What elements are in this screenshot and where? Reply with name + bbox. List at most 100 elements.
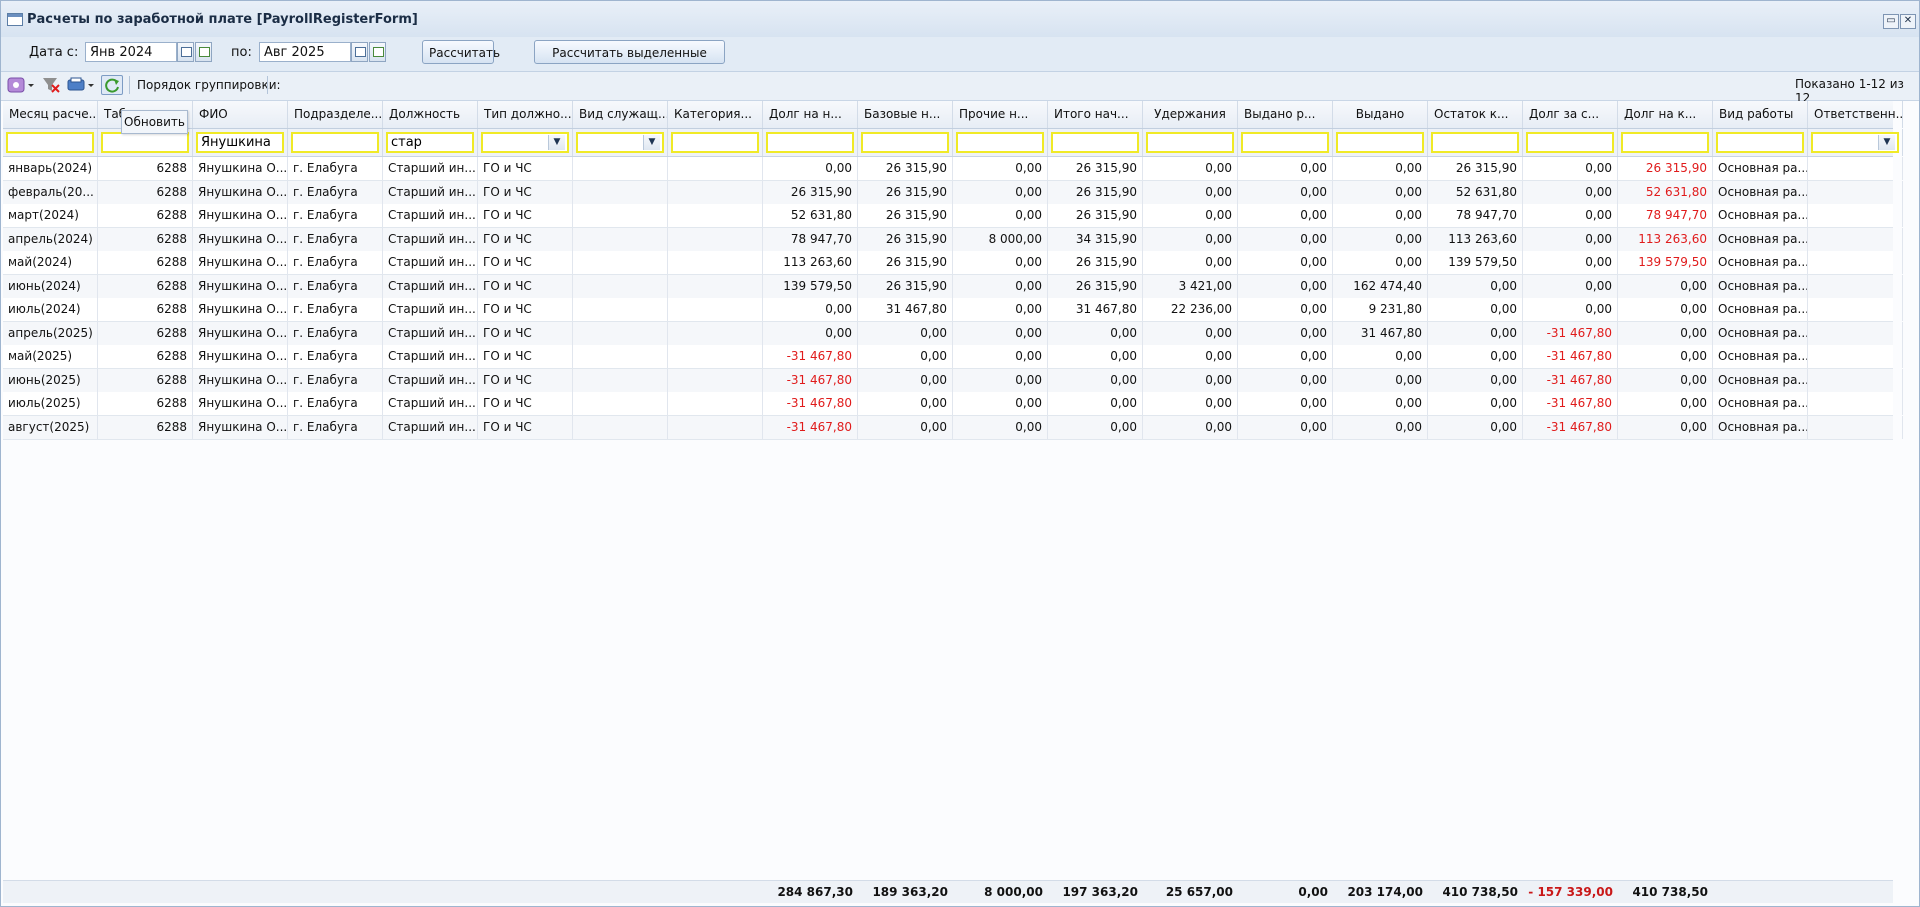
- column-header-department[interactable]: Подразделе...: [288, 101, 383, 128]
- minimize-button[interactable]: ▭: [1883, 14, 1899, 29]
- cell-total-accrual: 26 315,90: [1048, 274, 1143, 298]
- filter-input-full-name[interactable]: Янушкина: [196, 132, 284, 153]
- table-row[interactable]: июль(2025) 6288 Янушкина О... г. Елабуга Ста…: [3, 392, 1903, 416]
- column-header-base-accrual[interactable]: Базовые н...: [858, 101, 953, 128]
- cell-balance: 113 263,60: [1428, 227, 1523, 251]
- filter-input-employee-type[interactable]: ▼: [576, 132, 664, 153]
- date-to-field[interactable]: Авг 2025: [259, 42, 351, 62]
- cell-total-accrual: 31 467,80: [1048, 298, 1143, 321]
- cell-position-type: ГО и ЧС: [478, 345, 573, 368]
- column-header-debt-start[interactable]: Долг на н...: [763, 101, 858, 128]
- cell-responsible: [1808, 227, 1903, 251]
- filter-input-responsible[interactable]: ▼: [1811, 132, 1899, 153]
- filter-input-month[interactable]: [6, 132, 94, 153]
- chevron-down-icon[interactable]: ▼: [1878, 135, 1895, 150]
- filter-input-debt-start[interactable]: [766, 132, 854, 153]
- filter-input-position[interactable]: стар: [386, 132, 474, 153]
- chevron-down-icon[interactable]: ▼: [643, 135, 660, 150]
- table-row[interactable]: май(2024) 6288 Янушкина О... г. Елабуга Стар…: [3, 251, 1903, 275]
- chevron-down-icon[interactable]: ▼: [548, 135, 565, 150]
- total-total-accrual: 197 363,20: [1062, 885, 1138, 899]
- calendar-icon[interactable]: [177, 42, 194, 62]
- cell-month: июль(2025): [3, 392, 98, 415]
- filter-input-debt-period[interactable]: [1526, 132, 1614, 153]
- filter-input-total-accrual[interactable]: [1051, 132, 1139, 153]
- table-row[interactable]: июль(2024) 6288 Янушкина О... г. Елабуга Ста…: [3, 298, 1903, 322]
- cell-deductions: 0,00: [1143, 204, 1238, 227]
- cell-department: г. Елабуга: [288, 298, 383, 321]
- close-button[interactable]: ✕: [1900, 14, 1916, 29]
- settings-menu-button[interactable]: [7, 75, 35, 95]
- calendar-reset-icon[interactable]: [195, 42, 212, 62]
- calendar-icon[interactable]: [351, 42, 368, 62]
- filter-cell: [668, 129, 763, 156]
- table-row[interactable]: март(2024) 6288 Янушкина О... г. Елабуга Ста…: [3, 204, 1903, 228]
- cell-department: г. Елабуга: [288, 368, 383, 392]
- column-header-month[interactable]: Месяц расче...: [3, 101, 98, 128]
- date-from-field[interactable]: Янв 2024: [85, 42, 177, 62]
- table-row[interactable]: апрель(2025) 6288 Янушкина О... г. Елабуга С…: [3, 321, 1903, 346]
- cell-work-type: Основная ра...: [1713, 368, 1808, 392]
- calculate-button[interactable]: Рассчитать: [422, 40, 500, 64]
- table-row[interactable]: апрель(2024) 6288 Янушкина О... г. Елабуга С…: [3, 227, 1903, 252]
- column-header-full-name[interactable]: ФИО: [193, 101, 288, 128]
- table-row[interactable]: июнь(2024) 6288 Янушкина О... г. Елабуга Ста…: [3, 274, 1903, 299]
- cell-other-accrual: 0,00: [953, 180, 1048, 204]
- cell-total-accrual: 0,00: [1048, 321, 1143, 345]
- filter-input-tab-number[interactable]: [101, 132, 189, 153]
- cell-employee-type: [573, 157, 668, 180]
- filter-cell: [953, 129, 1048, 156]
- cell-category: [668, 415, 763, 439]
- cell-total-accrual: 26 315,90: [1048, 157, 1143, 180]
- column-header-position-type[interactable]: Тип должно...: [478, 101, 573, 128]
- cell-month: апрель(2025): [3, 321, 98, 345]
- cell-debt-period: -31 467,80: [1523, 392, 1618, 415]
- table-row[interactable]: июнь(2025) 6288 Янушкина О... г. Елабуга Ста…: [3, 368, 1903, 393]
- cell-base-accrual: 26 315,90: [858, 274, 953, 298]
- column-header-deductions[interactable]: Удержания: [1143, 101, 1238, 128]
- table-row[interactable]: август(2025) 6288 Янушкина О... г. Елабуга С…: [3, 415, 1903, 440]
- cell-balance: 0,00: [1428, 274, 1523, 298]
- filter-input-work-type[interactable]: [1716, 132, 1804, 153]
- column-header-issued[interactable]: Выдано: [1333, 101, 1428, 128]
- column-header-balance[interactable]: Остаток к...: [1428, 101, 1523, 128]
- column-header-other-accrual[interactable]: Прочие н...: [953, 101, 1048, 128]
- cell-debt-period: -31 467,80: [1523, 321, 1618, 345]
- cell-debt-start: 26 315,90: [763, 180, 858, 204]
- cell-debt-start: -31 467,80: [763, 415, 858, 439]
- column-header-employee-type[interactable]: Вид служащ...: [573, 101, 668, 128]
- table-row[interactable]: май(2025) 6288 Янушкина О... г. Елабуга Стар…: [3, 345, 1903, 369]
- clear-filter-button[interactable]: [41, 75, 61, 95]
- column-header-debt-period[interactable]: Долг за с...: [1523, 101, 1618, 128]
- table-row[interactable]: февраль(20... 6288 Янушкина О... г. Елабуга…: [3, 180, 1903, 205]
- cell-debt-end: 0,00: [1618, 415, 1713, 439]
- column-header-category[interactable]: Категория...: [668, 101, 763, 128]
- filter-input-department[interactable]: [291, 132, 379, 153]
- column-header-debt-end[interactable]: Долг на к...: [1618, 101, 1713, 128]
- cell-balance: 0,00: [1428, 392, 1523, 415]
- filter-input-balance[interactable]: [1431, 132, 1519, 153]
- column-header-issued-r[interactable]: Выдано р...: [1238, 101, 1333, 128]
- cell-issued-r: 0,00: [1238, 157, 1333, 180]
- filter-input-position-type[interactable]: ▼: [481, 132, 569, 153]
- print-menu-button[interactable]: [67, 75, 95, 95]
- table-row[interactable]: январь(2024) 6288 Янушкина О... г. Елабуга С…: [3, 157, 1903, 181]
- column-header-total-accrual[interactable]: Итого нач...: [1048, 101, 1143, 128]
- filter-input-other-accrual[interactable]: [956, 132, 1044, 153]
- refresh-button[interactable]: [101, 75, 123, 95]
- filter-input-issued-r[interactable]: [1241, 132, 1329, 153]
- filter-input-debt-end[interactable]: [1621, 132, 1709, 153]
- cell-full-name: Янушкина О...: [193, 392, 288, 415]
- cell-employee-type: [573, 392, 668, 415]
- filter-input-issued[interactable]: [1336, 132, 1424, 153]
- filter-input-base-accrual[interactable]: [861, 132, 949, 153]
- column-header-responsible[interactable]: Ответственн...: [1808, 101, 1903, 128]
- column-header-position[interactable]: Должность: [383, 101, 478, 128]
- calendar-reset-icon[interactable]: [369, 42, 386, 62]
- column-header-work-type[interactable]: Вид работы: [1713, 101, 1808, 128]
- cell-debt-start: 78 947,70: [763, 227, 858, 251]
- filter-input-category[interactable]: [671, 132, 759, 153]
- cell-base-accrual: 0,00: [858, 345, 953, 368]
- filter-input-deductions[interactable]: [1146, 132, 1234, 153]
- calculate-selected-button[interactable]: Рассчитать выделенные записи: [534, 40, 725, 82]
